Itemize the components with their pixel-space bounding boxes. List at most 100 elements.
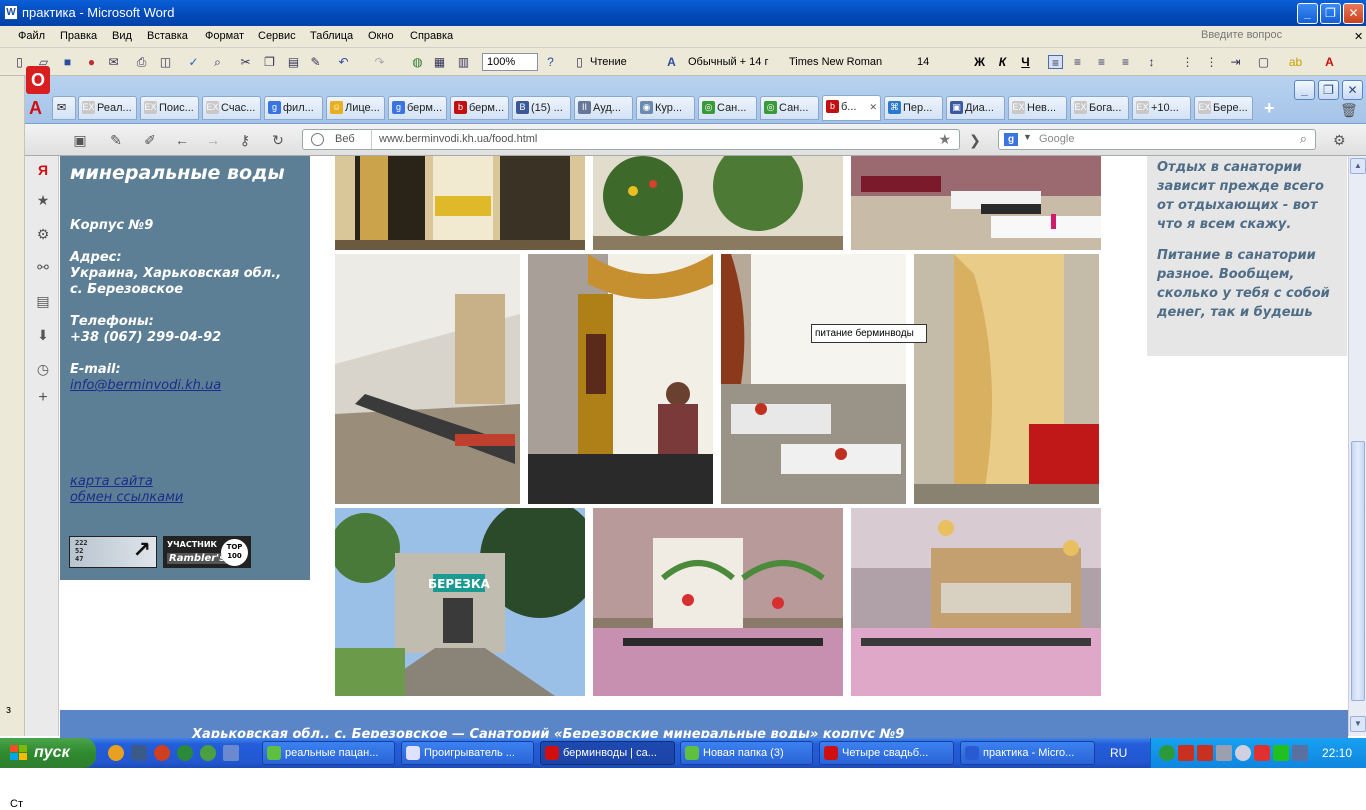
quicklaunch-aimp-icon[interactable] (108, 745, 124, 761)
tray-ff-icon[interactable] (1178, 745, 1194, 761)
tab-16[interactable]: EX Нев... (1008, 96, 1067, 120)
tray-ff2-icon[interactable] (1197, 745, 1213, 761)
menu-edit[interactable]: Правка (60, 30, 97, 42)
quicklaunch-browser-icon[interactable] (154, 745, 170, 761)
photo-served-tables[interactable] (721, 254, 906, 504)
menu-file[interactable]: Файл (18, 30, 45, 42)
tab-19[interactable]: EX Бере... (1194, 96, 1253, 120)
tab-5[interactable]: ☺ Лице... (326, 96, 385, 120)
share-icon[interactable]: ⚯ (35, 259, 51, 275)
photo-curtain-lounge[interactable] (914, 254, 1099, 504)
tray-volume-icon[interactable] (1235, 745, 1251, 761)
page-scrollbar[interactable]: ▲ ▼ (1348, 156, 1366, 736)
sitemap-link[interactable]: карта сайта (70, 474, 153, 489)
menu-insert[interactable]: Вставка (147, 30, 188, 42)
browser-close-button[interactable]: ✕ (1342, 80, 1363, 100)
borders-icon[interactable]: ▢ (1256, 55, 1271, 69)
email-link[interactable]: info@berminvodi.kh.ua (70, 378, 221, 393)
engine-dropdown-icon[interactable]: ▼ (1023, 132, 1032, 142)
quicklaunch-media-icon[interactable] (131, 745, 147, 761)
justify-icon[interactable]: ≡ (1118, 55, 1133, 69)
start-button[interactable]: пуск (0, 738, 96, 768)
bookmark-star-icon[interactable]: ★ (938, 131, 951, 148)
font-color-icon[interactable]: A (1322, 55, 1337, 69)
google-engine-icon[interactable]: g (1004, 133, 1018, 146)
email-icon[interactable]: ✉ (106, 55, 121, 69)
settings-icon[interactable]: ⚙ (35, 226, 51, 242)
save-icon[interactable]: ■ (60, 55, 75, 69)
tab-7[interactable]: b берм... (450, 96, 509, 120)
taskbar-item-4[interactable]: Новая папка (3) (680, 741, 813, 765)
taskbar-item-6[interactable]: практика - Micro... (960, 741, 1095, 765)
photo-iconostasis-room[interactable] (528, 254, 713, 504)
rambler-top100-badge[interactable]: УЧАСТНИК Rambler's TOP 100 (163, 536, 251, 568)
bold-button[interactable]: Ж (972, 55, 987, 69)
url-text[interactable]: www.berminvodi.kh.ua/food.html (379, 133, 537, 145)
zoom-field[interactable]: 100% (482, 53, 538, 71)
style-dropdown[interactable]: Обычный + 14 г (688, 53, 784, 71)
photo-long-dining-hall[interactable] (335, 254, 520, 504)
pen-icon[interactable]: ✐ (142, 132, 158, 148)
key-icon[interactable]: ⚷ (237, 132, 253, 148)
menu-window[interactable]: Окно (368, 30, 394, 42)
scroll-up-icon[interactable]: ▲ (1350, 158, 1366, 174)
history-icon[interactable]: ◷ (35, 361, 51, 377)
taskbar-item-1[interactable]: реальные пацан... (262, 741, 395, 765)
format-painter-icon[interactable]: ✎ (308, 55, 323, 69)
tab-2[interactable]: EX Поис... (140, 96, 199, 120)
quicklaunch-utorrent-icon[interactable] (177, 745, 193, 761)
permission-icon[interactable]: ● (84, 55, 99, 69)
add-panel-icon[interactable]: + (35, 390, 51, 406)
close-doc-icon[interactable]: ✕ (1354, 30, 1363, 43)
tab-6[interactable]: g берм... (388, 96, 447, 120)
tab-12[interactable]: ◎ Сан... (760, 96, 819, 120)
read-icon[interactable]: ▯ (572, 55, 587, 69)
tray-network-icon[interactable] (1216, 745, 1232, 761)
tab-10[interactable]: ◉ Кур... (636, 96, 695, 120)
tab-3[interactable]: EX Счас... (202, 96, 261, 120)
search-settings-icon[interactable]: ⚙ (1333, 132, 1346, 149)
taskbar-item-3[interactable]: берминводы | са... (540, 741, 675, 765)
styles-icon[interactable]: A (664, 55, 679, 69)
close-button[interactable]: ✕ (1343, 3, 1364, 24)
opera-a-icon[interactable]: A (29, 98, 49, 120)
tray-shield-icon[interactable] (1254, 745, 1270, 761)
hyperlink-icon[interactable]: ◍ (410, 55, 425, 69)
mail-tab-icon[interactable]: ✉ (52, 96, 76, 120)
new-tab-icon[interactable]: + (1264, 98, 1275, 119)
undo-icon[interactable]: ↶ (336, 55, 351, 69)
back-icon[interactable]: ← (174, 132, 190, 148)
photo-buffet-counter[interactable] (851, 508, 1101, 696)
fast-forward-icon[interactable]: ❯ (967, 132, 983, 148)
notes-icon[interactable]: ▤ (35, 293, 51, 309)
copy-icon[interactable]: ❐ (262, 55, 277, 69)
font-dropdown[interactable]: Times New Roman (789, 53, 907, 71)
clock[interactable]: 22:10 (1322, 746, 1352, 760)
read-button[interactable]: Чтение (590, 53, 627, 71)
help-icon[interactable]: ? (543, 55, 558, 69)
counter-badge[interactable]: 222 52 47 ↗ (69, 536, 157, 568)
align-center-icon[interactable]: ≡ (1070, 55, 1085, 69)
language-indicator[interactable]: RU (1110, 746, 1127, 760)
taskbar-item-2[interactable]: Проигрыватель ... (401, 741, 534, 765)
link-exchange-link[interactable]: обмен ссылками (70, 490, 183, 505)
spelling-icon[interactable]: ✓ (186, 55, 201, 69)
opera-logo-icon[interactable]: O (26, 66, 50, 94)
tab-9[interactable]: II Ауд... (574, 96, 633, 120)
research-icon[interactable]: ⌕ (210, 55, 225, 69)
photo-berezka-entrance[interactable]: БЕРЕЗКА (335, 508, 585, 696)
browser-maximize-button[interactable]: ❐ (1318, 80, 1339, 100)
tray-utorrent-icon[interactable] (1159, 745, 1175, 761)
bullets-icon[interactable]: ⋮ (1204, 55, 1219, 69)
align-left-icon[interactable]: ≡ (1048, 55, 1063, 70)
font-size-dropdown[interactable]: 14 (917, 53, 955, 71)
align-right-icon[interactable]: ≡ (1094, 55, 1109, 69)
tab-18[interactable]: EX +10... (1132, 96, 1191, 120)
browser-minimize-button[interactable]: _ (1294, 80, 1315, 100)
address-bar[interactable]: Веб www.berminvodi.kh.ua/food.html ★ (302, 129, 960, 150)
new-doc-icon[interactable]: ▯ (12, 55, 27, 69)
trash-icon[interactable]: 🗑 (1340, 102, 1358, 119)
tab-15[interactable]: ▣ Диа... (946, 96, 1005, 120)
downloads-icon[interactable]: ⬇ (35, 327, 51, 343)
tab-13[interactable]: b б... ✕ (822, 95, 881, 121)
